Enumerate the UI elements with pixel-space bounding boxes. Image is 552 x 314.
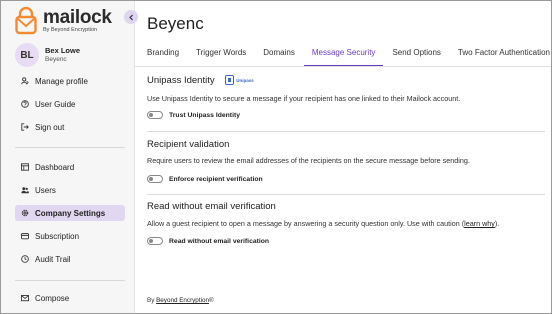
- section-title-text: Unipass Identity: [147, 75, 215, 86]
- trust-unipass-toggle[interactable]: [147, 111, 163, 119]
- sidebar-item-users[interactable]: Users: [15, 182, 125, 198]
- learn-why-link[interactable]: learn why: [464, 219, 495, 228]
- sidebar-item-label: Dashboard: [35, 162, 75, 172]
- collapse-sidebar-button[interactable]: [124, 10, 138, 24]
- sidebar-item-label: Compose: [35, 293, 70, 303]
- user-name: Bex Lowe: [45, 45, 81, 55]
- profile-icon: [21, 77, 29, 85]
- settings-tabs: Branding Trigger Words Domains Message S…: [147, 45, 550, 67]
- unipass-section-title: Unipass Identity Unipass: [147, 75, 254, 86]
- sidebar-item-sign-out[interactable]: Sign out: [15, 119, 125, 135]
- users-icon: [21, 187, 29, 194]
- page-title: Beyenc: [147, 14, 204, 33]
- sidebar-item-label: Sign out: [35, 122, 65, 132]
- sidebar-item-label: User Guide: [35, 99, 76, 109]
- sidebar-item-subscription[interactable]: Subscription: [15, 228, 125, 244]
- avatar: BL: [15, 43, 39, 67]
- help-icon: [21, 100, 29, 108]
- tab-message-security[interactable]: Message Security: [303, 45, 384, 67]
- beyond-encryption-link[interactable]: Beyond Encryption: [156, 297, 209, 304]
- chevron-left-icon: [128, 14, 133, 20]
- sidebar-item-label: Subscription: [35, 231, 80, 241]
- subscription-icon: [21, 233, 29, 240]
- sidebar-item-compose[interactable]: Compose: [15, 290, 125, 306]
- toggle-label: Enforce recipient verification: [169, 175, 263, 183]
- description-text: Allow a guest recipient to open a messag…: [147, 219, 465, 228]
- brand-name: mailock: [43, 7, 112, 29]
- user-card: BL Bex Lowe Beyenc: [15, 43, 80, 67]
- recipient-section-title: Recipient validation: [147, 139, 230, 150]
- compose-icon: [21, 294, 29, 302]
- tab-branding[interactable]: Branding: [147, 45, 179, 67]
- enforce-recipient-toggle-row[interactable]: Enforce recipient verification: [147, 175, 263, 183]
- sidebar-item-dashboard[interactable]: Dashboard: [15, 159, 125, 175]
- sidebar: mailock By Beyond Encryption BL Bex Lowe…: [1, 1, 135, 313]
- sidebar-divider: [15, 147, 125, 148]
- footer-suffix: ®: [208, 297, 214, 304]
- tab-trigger-words[interactable]: Trigger Words: [196, 45, 246, 67]
- unipass-logo-icon: [225, 75, 235, 86]
- sidebar-item-label: Audit Trail: [35, 254, 71, 264]
- signout-icon: [21, 123, 29, 131]
- toggle-label: Trust Unipass Identity: [169, 111, 241, 119]
- unipass-badge: Unipass: [225, 75, 254, 86]
- sidebar-item-audit-trail[interactable]: Audit Trail: [15, 251, 125, 267]
- sidebar-item-label: Manage profile: [35, 76, 88, 86]
- recipient-description: Require users to review the email addres…: [147, 156, 470, 165]
- brand-tagline: By Beyond Encryption: [43, 27, 98, 34]
- footer-prefix: By: [147, 297, 157, 304]
- read-without-toggle-row[interactable]: Read without email verification: [147, 237, 269, 245]
- user-org: Beyenc: [45, 55, 67, 63]
- description-end: ).: [494, 219, 500, 228]
- tabs-underline: [135, 66, 551, 67]
- trust-unipass-toggle-row[interactable]: Trust Unipass Identity: [147, 111, 240, 119]
- tab-domains[interactable]: Domains: [263, 45, 295, 67]
- read-without-toggle[interactable]: [147, 237, 163, 245]
- sidebar-item-user-guide[interactable]: User Guide: [15, 96, 125, 112]
- enforce-recipient-toggle[interactable]: [147, 175, 163, 183]
- settings-icon: [21, 209, 29, 217]
- read-without-section-title: Read without email verification: [147, 201, 276, 212]
- brand-logo[interactable]: mailock By Beyond Encryption: [15, 6, 112, 35]
- tab-send-options[interactable]: Send Options: [392, 45, 440, 67]
- footer-credit: By Beyond Encryption®: [147, 297, 214, 304]
- section-divider: [147, 194, 545, 195]
- section-divider: [147, 131, 545, 132]
- sidebar-item-manage-profile[interactable]: Manage profile: [15, 73, 125, 89]
- sidebar-item-label: Users: [35, 185, 56, 195]
- unipass-description: Use Unipass Identity to secure a message…: [147, 94, 461, 103]
- unipass-badge-text: Unipass: [236, 77, 254, 83]
- mailock-logo-icon: [15, 6, 37, 35]
- toggle-label: Read without email verification: [169, 237, 270, 245]
- sidebar-item-label: Company Settings: [35, 208, 106, 218]
- tab-two-factor-authentication[interactable]: Two Factor Authentication: [458, 45, 550, 67]
- audit-icon: [21, 255, 29, 263]
- sidebar-item-company-settings[interactable]: Company Settings: [15, 205, 125, 221]
- read-without-description: Allow a guest recipient to open a messag…: [147, 219, 499, 228]
- sidebar-divider: [15, 280, 125, 281]
- dashboard-icon: [21, 163, 29, 171]
